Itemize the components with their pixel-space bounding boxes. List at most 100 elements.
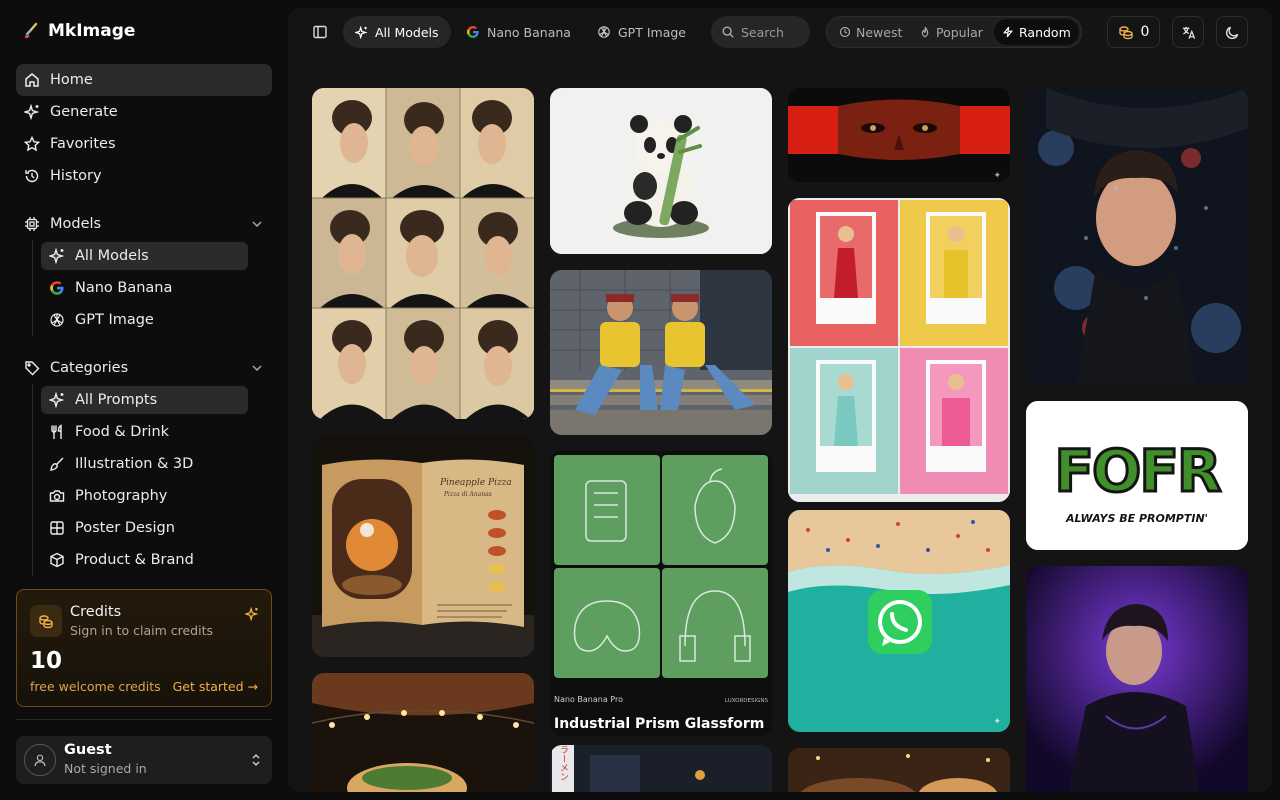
tab-nano-banana-label: Nano Banana xyxy=(487,24,571,40)
coin-balance-button[interactable]: 0 xyxy=(1107,16,1160,48)
star-icon xyxy=(24,136,40,152)
category-poster-design[interactable]: Poster Design xyxy=(41,514,248,542)
brand[interactable]: MkImage xyxy=(22,18,135,44)
sidebar: MkImage Home Generate Favorites History … xyxy=(0,0,288,800)
credits-card: Credits Sign in to claim credits 10 free… xyxy=(16,589,272,707)
gallery-card[interactable] xyxy=(1026,566,1248,792)
gallery-card[interactable] xyxy=(550,270,772,435)
home-icon xyxy=(25,73,39,87)
search-input[interactable] xyxy=(741,24,791,40)
recipe-book-image: Pineapple Pizza Pizza di Ananas xyxy=(312,435,534,657)
neon-portrait-image xyxy=(1026,566,1248,792)
nav-favorites[interactable]: Favorites xyxy=(16,128,272,160)
sort-random[interactable]: Random xyxy=(994,19,1079,45)
brand-name: MkImage xyxy=(48,21,136,41)
models-heading: Models xyxy=(50,216,102,232)
glassform-grid-image: Nano Banana Pro LUXORDESIGNS Industrial … xyxy=(550,451,772,736)
sparkles-icon xyxy=(245,607,259,621)
layout-grid-icon xyxy=(50,521,64,535)
gallery-card[interactable] xyxy=(788,198,1010,502)
nav-history[interactable]: History xyxy=(16,160,272,192)
chevrons-up-down-icon xyxy=(252,753,260,767)
get-started-link[interactable]: Get started → xyxy=(173,679,258,694)
nav-generate-label: Generate xyxy=(50,104,118,120)
credits-amount: 10 xyxy=(30,648,63,674)
tab-nano-banana[interactable]: Nano Banana xyxy=(454,16,583,48)
language-button[interactable] xyxy=(1172,16,1204,48)
category-illustration-3d[interactable]: Illustration & 3D xyxy=(41,450,248,478)
toolbar: All Models Nano Banana GPT Image Newest … xyxy=(288,8,1272,56)
nav-home[interactable]: Home xyxy=(16,64,272,96)
sparkles-icon xyxy=(355,25,368,39)
gallery-card[interactable]: ✦ xyxy=(788,510,1010,732)
sort-popular-label: Popular xyxy=(936,24,983,40)
rainy-car-portrait-image xyxy=(1026,88,1248,385)
gallery-card[interactable] xyxy=(312,673,534,792)
sort-popular[interactable]: Popular xyxy=(911,19,991,45)
sort-toggle-group: Newest Popular Random xyxy=(826,16,1082,48)
category-photography[interactable]: Photography xyxy=(41,482,248,510)
main-panel: All Models Nano Banana GPT Image Newest … xyxy=(288,8,1272,792)
search-box xyxy=(711,16,810,48)
gallery-card[interactable]: FOFR ALWAYS BE PROMPTIN' xyxy=(1026,401,1248,550)
models-section-toggle[interactable]: Models xyxy=(16,208,272,240)
categories-section-toggle[interactable]: Categories xyxy=(16,352,272,384)
two-men-on-stairs-image xyxy=(550,270,772,435)
gallery-card[interactable]: Nano Banana Pro LUXORDESIGNS Industrial … xyxy=(550,451,772,736)
tab-gpt-image[interactable]: GPT Image xyxy=(585,16,698,48)
category-food-drink[interactable]: Food & Drink xyxy=(41,418,248,446)
glassform-caption-title: Industrial Prism Glassform xyxy=(554,716,764,732)
model-nano-banana-label: Nano Banana xyxy=(75,280,173,296)
category-food-drink-label: Food & Drink xyxy=(75,424,170,440)
coins-icon xyxy=(30,605,62,637)
category-illustration-3d-label: Illustration & 3D xyxy=(75,456,194,472)
history-icon xyxy=(25,169,39,183)
clock-icon xyxy=(839,26,851,38)
nav-home-label: Home xyxy=(50,72,93,88)
tacos-image xyxy=(312,673,534,792)
glassform-caption-small: Nano Banana Pro xyxy=(554,695,623,704)
sparkles-icon xyxy=(24,104,40,120)
beach-whatsapp-image: ✦ xyxy=(788,510,1010,732)
sidebar-toggle-button[interactable] xyxy=(310,22,330,42)
model-nano-banana[interactable]: Nano Banana xyxy=(41,274,248,302)
gallery-card[interactable]: ラーメン xyxy=(550,745,772,792)
zap-icon xyxy=(1003,26,1013,38)
sort-newest-label: Newest xyxy=(856,24,903,40)
sparkles-icon xyxy=(49,248,65,264)
credits-subtitle: Sign in to claim credits xyxy=(70,623,214,638)
gallery-card[interactable] xyxy=(788,748,1010,792)
gallery-card[interactable]: ✦ xyxy=(788,88,1010,182)
glassform-caption-brand: LUXORDESIGNS xyxy=(725,698,769,704)
gallery-card[interactable] xyxy=(312,88,534,419)
gallery-card[interactable] xyxy=(1026,88,1248,385)
theme-toggle-button[interactable] xyxy=(1216,16,1248,48)
user-menu[interactable]: Guest Not signed in xyxy=(16,736,272,784)
categories-heading: Categories xyxy=(50,360,129,376)
user-status: Not signed in xyxy=(64,761,147,776)
brush-logo-icon xyxy=(25,22,38,39)
model-all-models[interactable]: All Models xyxy=(41,242,248,270)
tab-all-models-label: All Models xyxy=(375,24,439,40)
category-all-prompts[interactable]: All Prompts xyxy=(41,386,248,414)
coin-count: 0 xyxy=(1140,24,1150,40)
coins-icon xyxy=(1118,26,1133,40)
gallery-card[interactable]: Pineapple Pizza Pizza di Ananas xyxy=(312,435,534,657)
category-product-brand[interactable]: Product & Brand xyxy=(41,546,248,574)
category-all-prompts-label: All Prompts xyxy=(75,392,158,408)
moon-icon xyxy=(1225,26,1238,39)
graffiti-logo-image: FOFR ALWAYS BE PROMPTIN' xyxy=(1026,401,1248,550)
paintbrush-icon xyxy=(50,457,64,471)
gallery-card[interactable] xyxy=(550,88,772,254)
model-gpt-image-label: GPT Image xyxy=(75,312,154,328)
sort-newest[interactable]: Newest xyxy=(831,19,910,45)
graffiti-text: FOFR xyxy=(1054,437,1221,505)
flame-icon xyxy=(921,26,929,38)
utensils-icon xyxy=(51,424,62,439)
nav-generate[interactable]: Generate xyxy=(16,96,272,128)
model-gpt-image[interactable]: GPT Image xyxy=(41,306,248,334)
chip-icon xyxy=(25,217,39,231)
sort-random-label: Random xyxy=(1019,24,1071,40)
tab-all-models[interactable]: All Models xyxy=(343,16,451,48)
categories-tree-line xyxy=(32,384,33,576)
